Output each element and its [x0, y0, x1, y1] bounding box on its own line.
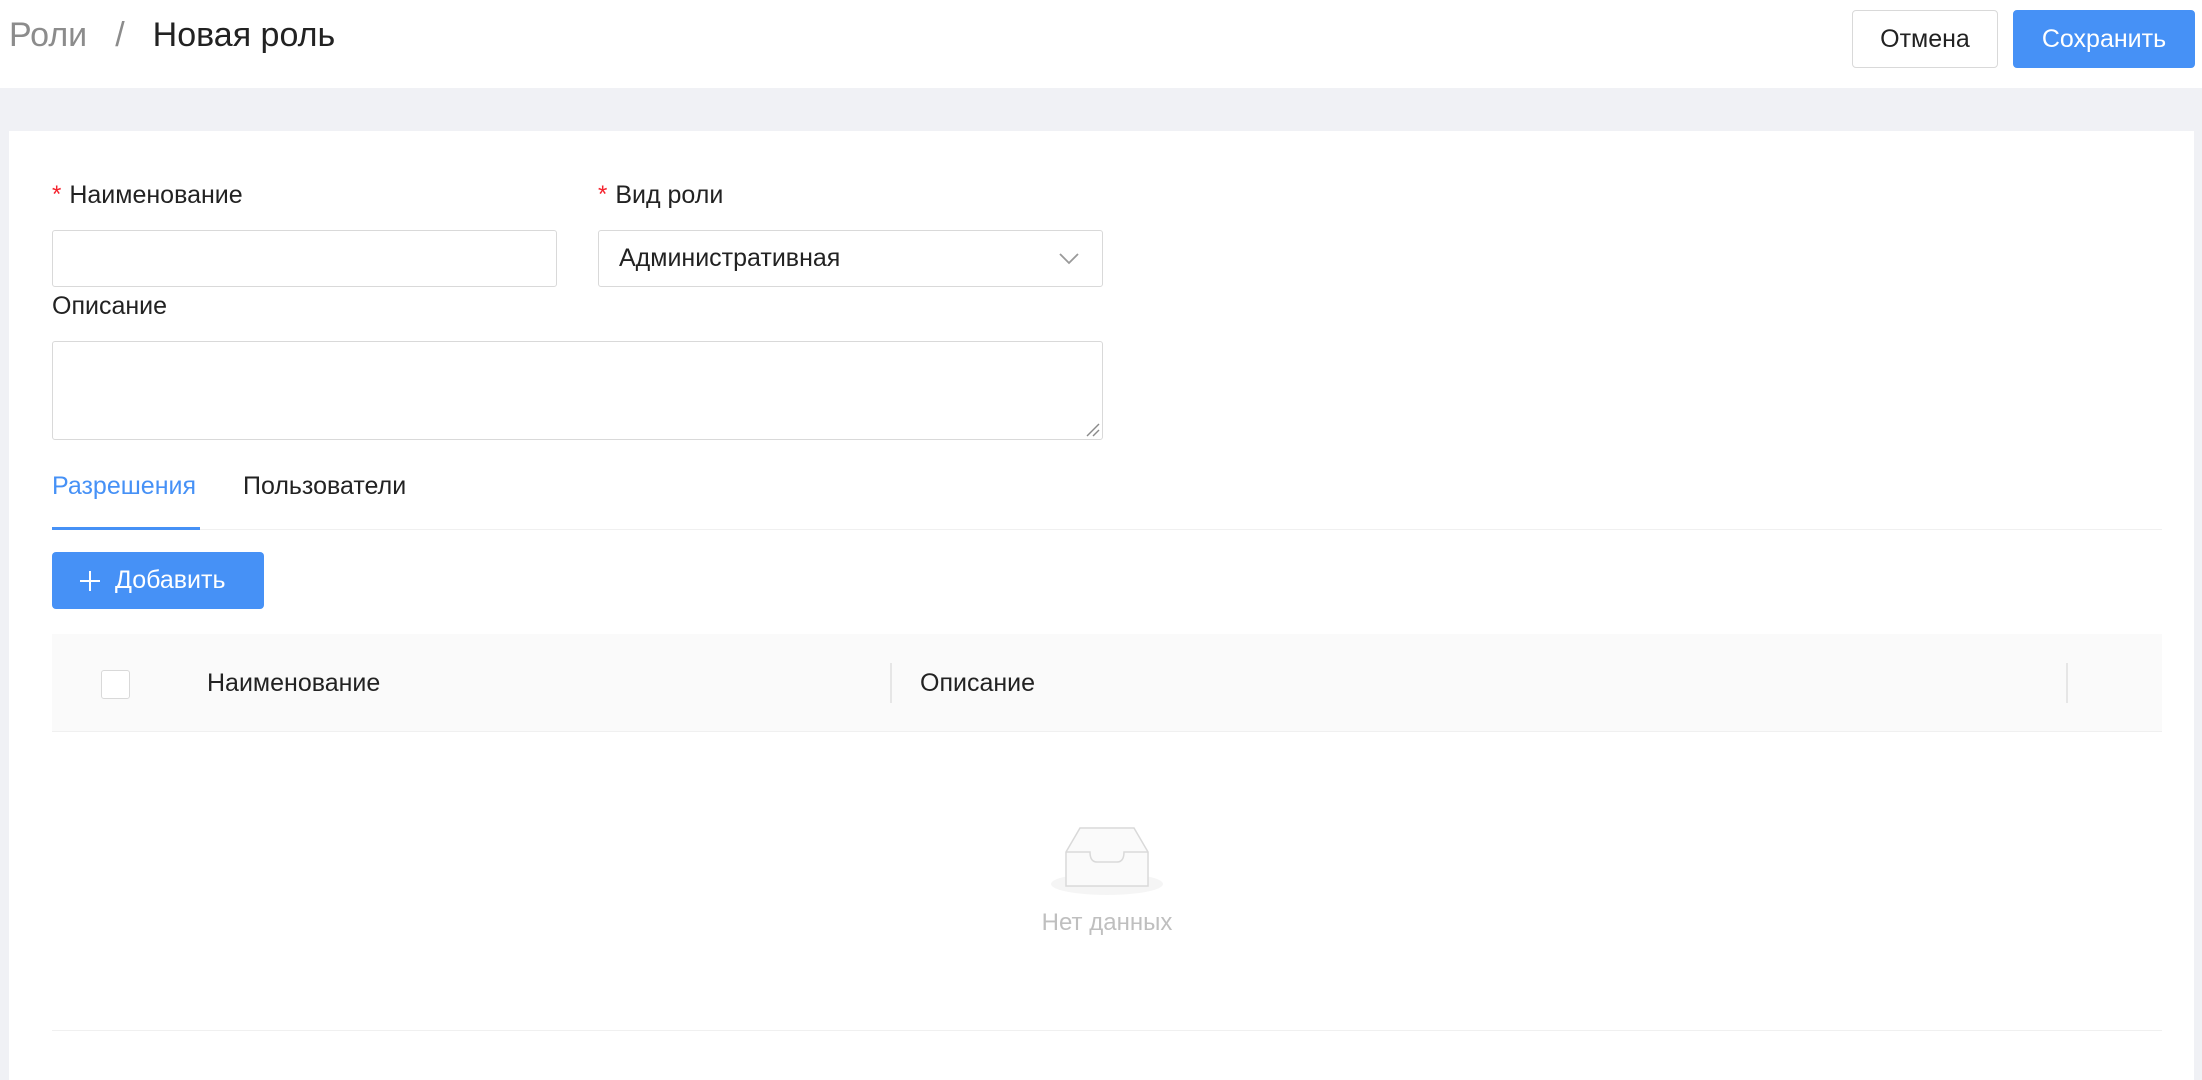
empty-state-text: Нет данных: [1041, 909, 1173, 936]
required-mark: *: [52, 181, 62, 208]
role-type-select[interactable]: Административная: [598, 230, 1103, 287]
select-all-checkbox[interactable]: [101, 670, 130, 699]
role-type-value: Административная: [619, 244, 841, 272]
tab-permissions[interactable]: Разрешения: [52, 461, 200, 530]
page-title: Новая роль: [152, 15, 336, 54]
page-header: Роли / Новая роль Отмена Сохранить: [0, 0, 2202, 88]
save-button[interactable]: Сохранить: [2013, 10, 2195, 68]
empty-state: Нет данных: [52, 732, 2162, 1031]
column-divider: [2066, 663, 2068, 703]
role-form-card: * Наименование * Вид роли Административн…: [9, 131, 2194, 1080]
name-input[interactable]: [52, 230, 557, 287]
description-label: Описание: [52, 291, 167, 321]
breadcrumb-roles-link[interactable]: Роли: [9, 16, 87, 55]
add-button-label: Добавить: [115, 566, 226, 594]
role-type-label: * Вид роли: [598, 180, 723, 210]
empty-inbox-icon: [1051, 827, 1163, 895]
column-header-name[interactable]: Наименование: [207, 634, 380, 732]
cancel-button[interactable]: Отмена: [1852, 10, 1998, 68]
required-mark: *: [598, 181, 608, 208]
resize-grip-icon[interactable]: [1084, 421, 1100, 437]
chevron-down-icon: [1059, 253, 1079, 265]
name-label: * Наименование: [52, 180, 243, 210]
breadcrumb: Роли / Новая роль: [9, 14, 335, 56]
breadcrumb-separator: /: [115, 15, 125, 54]
column-header-description[interactable]: Описание: [920, 634, 1035, 732]
tab-users[interactable]: Пользователи: [243, 461, 423, 530]
plus-icon: [80, 570, 100, 591]
role-type-label-text: Вид роли: [615, 180, 724, 209]
description-label-text: Описание: [52, 291, 168, 320]
description-textarea[interactable]: [52, 341, 1103, 440]
add-permission-button[interactable]: Добавить: [52, 552, 264, 609]
permissions-table-header: Наименование Описание: [52, 634, 2162, 732]
column-divider: [890, 663, 892, 703]
name-label-text: Наименование: [69, 180, 243, 209]
tabs-bar: Разрешения Пользователи: [52, 461, 2162, 530]
